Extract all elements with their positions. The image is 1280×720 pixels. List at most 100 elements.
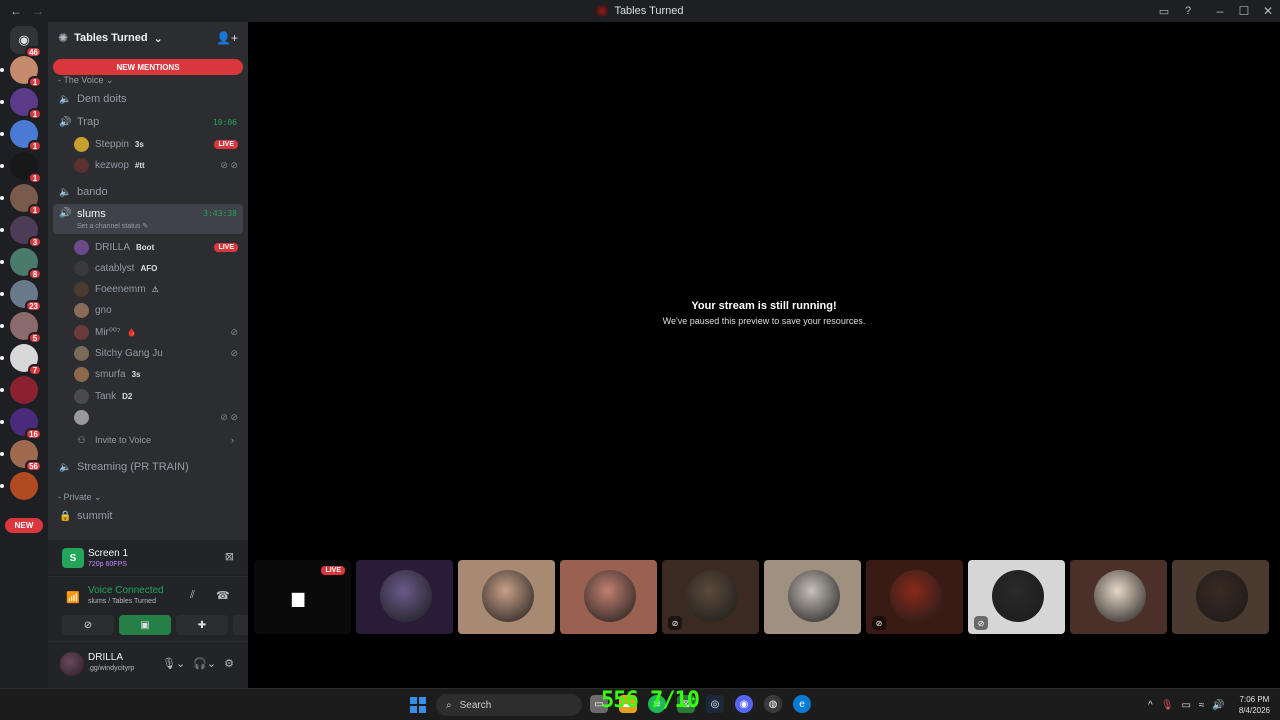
server-icon[interactable]: 1 bbox=[0, 56, 42, 88]
server-icon[interactable] bbox=[0, 376, 38, 404]
new-mentions-button[interactable]: NEW MENTIONS bbox=[53, 59, 243, 75]
avatar bbox=[74, 303, 89, 319]
channel-summit[interactable]: 🔒 summit bbox=[53, 506, 243, 526]
server-icon[interactable]: 1 bbox=[0, 88, 42, 120]
voice-status[interactable]: Voice Connected bbox=[88, 585, 164, 596]
participant-tile[interactable] bbox=[1172, 560, 1269, 634]
server-icon[interactable]: 23 bbox=[0, 280, 42, 312]
window-title: Tables Turned bbox=[0, 5, 1280, 17]
server-icon[interactable] bbox=[0, 472, 38, 500]
activities-button[interactable]: ✚ bbox=[176, 615, 228, 635]
unread-pip bbox=[0, 420, 4, 424]
minimize-button[interactable]: – bbox=[1208, 4, 1232, 18]
microphone-icon[interactable]: 🎙 bbox=[1161, 700, 1174, 711]
noise-suppression-icon[interactable]: ⫽ bbox=[190, 589, 195, 602]
direct-messages-button[interactable]: ◉ 46 bbox=[10, 26, 42, 58]
lock-icon: 🔒 bbox=[59, 510, 72, 522]
server-header[interactable]: ✺ Tables Turned ⌄ 👤+ bbox=[48, 22, 248, 54]
wifi-icon[interactable]: ≈ bbox=[1199, 700, 1205, 711]
server-icon[interactable]: 56 bbox=[0, 440, 42, 472]
back-arrow-icon[interactable]: ← bbox=[10, 4, 22, 18]
disconnect-icon[interactable]: ☎ bbox=[216, 589, 230, 602]
clock-time: 7:06 PM bbox=[1239, 695, 1270, 704]
live-badge[interactable]: LIVE bbox=[214, 139, 238, 149]
edge-icon[interactable]: e bbox=[793, 695, 811, 713]
voice-user[interactable]: smurfa 3s bbox=[74, 366, 242, 384]
discord-icon[interactable]: ◉ bbox=[735, 695, 753, 713]
server-icon[interactable]: 5 bbox=[0, 312, 42, 344]
clock[interactable]: 7:06 PM 8/4/2026 bbox=[1239, 694, 1270, 716]
channel-bando[interactable]: 🔈 bando bbox=[53, 182, 243, 202]
channel-slums[interactable]: 🔊 slums 3:43:38 Set a channel status ✎ bbox=[53, 204, 243, 234]
voice-user[interactable]: Steppin 3s LIVE bbox=[74, 135, 242, 153]
start-button[interactable] bbox=[410, 697, 426, 713]
channel-trap[interactable]: 🔊 Trap 10:06 bbox=[53, 112, 243, 132]
new-pill[interactable]: NEW bbox=[5, 518, 43, 533]
volume-icon[interactable]: 🔊 bbox=[1212, 700, 1224, 711]
voice-user[interactable]: Tank D2 bbox=[74, 387, 242, 405]
participant-tile[interactable] bbox=[560, 560, 657, 634]
participant-tile[interactable] bbox=[764, 560, 861, 634]
voice-user[interactable]: DRILLA Boot LIVE bbox=[74, 238, 242, 256]
server-icon[interactable]: 3 bbox=[0, 216, 42, 248]
server-icon[interactable]: 8 bbox=[0, 248, 42, 280]
help-icon[interactable]: ? bbox=[1176, 5, 1200, 17]
participant-tile[interactable] bbox=[1070, 560, 1167, 634]
forward-arrow-icon[interactable]: → bbox=[32, 4, 44, 18]
user-controls: 🎙⌄ 🎧⌄ ⚙ bbox=[162, 657, 234, 670]
stop-stream-icon[interactable]: ⊠ bbox=[225, 550, 234, 563]
screen-share-panel: S Screen 1 720p 60FPS ⊠ bbox=[48, 540, 248, 576]
taskbar-search[interactable]: ⌕ Search bbox=[436, 694, 582, 716]
channel-status[interactable]: Set a channel status ✎ bbox=[77, 222, 148, 230]
network-icon[interactable]: ▭ bbox=[1181, 700, 1190, 711]
settings-gear-icon[interactable]: ⚙ bbox=[224, 657, 234, 670]
user-name: Tank bbox=[95, 390, 117, 402]
search-placeholder: Search bbox=[459, 699, 492, 711]
server-icon[interactable]: 1 bbox=[0, 120, 42, 152]
participant-tile[interactable] bbox=[356, 560, 453, 634]
server-icon[interactable]: 1 bbox=[0, 184, 42, 216]
headphones-icon[interactable]: 🎧⌄ bbox=[193, 657, 216, 670]
voice-user[interactable]: kezwop #tt ⊘ ⊘ bbox=[74, 156, 242, 174]
avatar[interactable] bbox=[60, 652, 84, 676]
category-private[interactable]: - Private ⌄ bbox=[58, 492, 102, 503]
live-badge[interactable]: LIVE bbox=[214, 242, 238, 252]
chevron-up-icon[interactable]: ^ bbox=[1148, 700, 1153, 711]
add-member-icon[interactable]: 👤+ bbox=[216, 31, 238, 45]
channel-streaming[interactable]: 🔈 Streaming (PR TRAIN) bbox=[53, 457, 243, 477]
voice-user[interactable]: Mir⁰⁰⁷ 🩸 ⊘ bbox=[74, 323, 242, 341]
signal-icon[interactable]: 📶 bbox=[66, 591, 80, 604]
server-icon[interactable]: 16 bbox=[0, 408, 42, 440]
speaker-icon: 🔈 bbox=[59, 461, 72, 473]
server-icon[interactable]: 7 bbox=[0, 344, 42, 376]
voice-user[interactable]: catablyst AFO bbox=[74, 259, 242, 277]
steam-icon[interactable]: ◎ bbox=[706, 695, 724, 713]
voice-connected-panel: 📶 Voice Connected slums / Tables Turned … bbox=[48, 577, 285, 641]
stream-tile[interactable]: ▆ LIVE bbox=[254, 560, 351, 634]
chrome-icon[interactable]: ◍ bbox=[764, 695, 782, 713]
voice-user[interactable]: Sitchy Gang Ju ⊘ bbox=[74, 345, 242, 363]
screen-thumbnail[interactable]: S bbox=[62, 548, 84, 568]
close-button[interactable]: ✕ bbox=[1256, 4, 1280, 18]
server-icon[interactable]: 1 bbox=[0, 152, 42, 184]
inbox-icon[interactable]: ▭ bbox=[1152, 5, 1176, 18]
participant-tile[interactable]: ⊘ bbox=[968, 560, 1065, 634]
fps-overlay-text: 556 7/10 bbox=[601, 688, 700, 713]
screen-share-button[interactable]: ▣ bbox=[119, 615, 171, 635]
participant-tile[interactable]: ⊘ bbox=[866, 560, 963, 634]
maximize-button[interactable]: ☐ bbox=[1232, 4, 1256, 18]
participant-tile[interactable] bbox=[458, 560, 555, 634]
participant-tile[interactable]: ⊘ bbox=[662, 560, 759, 634]
voice-user[interactable]: ⊘ ⊘ bbox=[74, 408, 242, 426]
category-the-voice[interactable]: - The Voice ⌄ bbox=[58, 75, 113, 86]
voice-location[interactable]: slums / Tables Turned bbox=[88, 598, 156, 605]
user-tag: #tt bbox=[134, 160, 145, 170]
user-name: kezwop bbox=[95, 159, 129, 171]
camera-off-button[interactable]: ⊘ bbox=[62, 615, 114, 635]
username[interactable]: DRILLA bbox=[88, 652, 123, 663]
microphone-icon[interactable]: 🎙⌄ bbox=[162, 657, 185, 670]
voice-user[interactable]: gno bbox=[74, 302, 242, 320]
voice-user[interactable]: Foeenemm ⚠ bbox=[74, 281, 242, 299]
invite-to-voice[interactable]: ⚇ Invite to Voice › bbox=[74, 431, 242, 449]
channel-dem-doits[interactable]: 🔈 Dem doits bbox=[53, 89, 243, 109]
